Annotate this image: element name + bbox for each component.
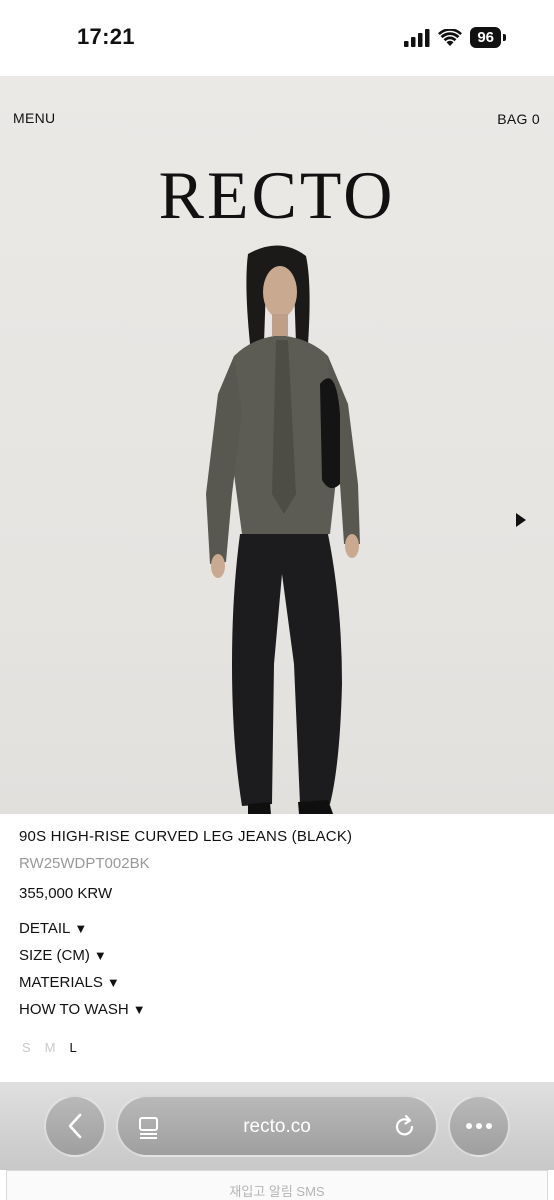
- bag-button[interactable]: BAG 0: [497, 111, 540, 127]
- product-price: 355,000 KRW: [19, 885, 113, 902]
- more-dots-icon: [466, 1123, 492, 1129]
- accordion-label: SIZE (CM): [19, 947, 90, 964]
- reload-icon[interactable]: [393, 1114, 417, 1140]
- menu-button[interactable]: MENU: [13, 110, 55, 126]
- back-button[interactable]: [44, 1095, 106, 1157]
- battery-indicator: 96: [470, 27, 501, 48]
- how-to-wash-accordion[interactable]: HOW TO WASH ▼: [19, 1001, 146, 1018]
- chevron-left-icon: [68, 1113, 82, 1139]
- url-text: recto.co: [243, 1116, 311, 1137]
- accordion-label: DETAIL: [19, 920, 71, 937]
- status-icons: 96: [404, 27, 506, 48]
- accordion-label: MATERIALS: [19, 974, 103, 991]
- triangle-down-icon: ▼: [132, 1002, 146, 1017]
- product-image[interactable]: RECTO: [0, 76, 554, 814]
- size-option-s[interactable]: S: [22, 1040, 31, 1055]
- battery-cap: [503, 34, 506, 41]
- restock-sms-button[interactable]: 재입고 알림 SMS: [6, 1170, 548, 1200]
- size-selector: S M L: [22, 1040, 77, 1055]
- next-image-arrow-icon[interactable]: [516, 513, 526, 527]
- materials-accordion[interactable]: MATERIALS ▼: [19, 974, 120, 991]
- address-bar[interactable]: recto.co: [116, 1095, 438, 1157]
- size-option-l[interactable]: L: [70, 1040, 77, 1055]
- restock-sms-label: 재입고 알림 SMS: [229, 1184, 325, 1199]
- more-options-button[interactable]: [448, 1095, 510, 1157]
- size-option-m[interactable]: M: [45, 1040, 56, 1055]
- status-time: 17:21: [77, 24, 135, 49]
- triangle-down-icon: ▼: [106, 975, 120, 990]
- size-accordion[interactable]: SIZE (CM) ▼: [19, 947, 107, 964]
- accordion-label: HOW TO WASH: [19, 1001, 129, 1018]
- model-photo: [206, 245, 360, 814]
- status-bar: 17:21 96: [0, 0, 554, 76]
- triangle-down-icon: ▼: [93, 948, 107, 963]
- wifi-icon: [438, 28, 463, 46]
- product-title: 90S HIGH-RISE CURVED LEG JEANS (BLACK): [19, 828, 353, 845]
- triangle-down-icon: ▼: [74, 921, 88, 936]
- detail-accordion[interactable]: DETAIL ▼: [19, 920, 87, 937]
- product-code: RW25WDPT002BK: [19, 855, 150, 872]
- brand-logo[interactable]: RECTO: [0, 156, 554, 235]
- signal-icon: [404, 28, 430, 47]
